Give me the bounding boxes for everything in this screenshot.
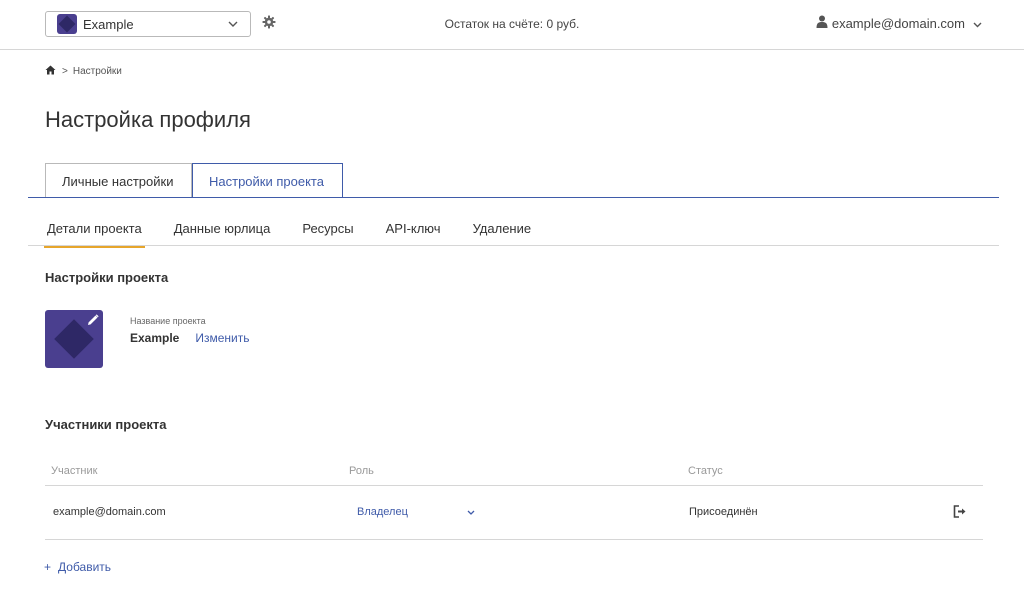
project-logo-small-icon — [57, 14, 77, 34]
tabs-divider — [28, 197, 999, 198]
member-status: Присоединён — [689, 506, 758, 518]
project-selector[interactable]: Example — [45, 11, 251, 37]
breadcrumb: > Настройки — [45, 65, 122, 78]
chevron-down-icon — [467, 506, 475, 518]
plus-icon: + — [44, 560, 52, 574]
project-logo[interactable] — [45, 310, 103, 368]
members-title: Участники проекта — [45, 417, 167, 432]
subtabs-divider — [28, 245, 999, 246]
column-header-member: Участник — [51, 465, 98, 477]
subtab-resources[interactable]: Ресурсы — [299, 214, 356, 248]
user-menu[interactable]: example@domain.com — [816, 15, 982, 31]
add-member-button[interactable]: + Добавить — [44, 560, 111, 574]
sign-out-icon[interactable] — [953, 505, 967, 521]
column-header-role: Роль — [349, 465, 374, 477]
chevron-down-icon — [224, 21, 242, 27]
chevron-down-icon — [973, 16, 982, 31]
edit-project-name-link[interactable]: Изменить — [195, 331, 249, 345]
table-row: example@domain.com Владелец Присоединён — [45, 487, 983, 540]
member-email: example@domain.com — [53, 506, 166, 518]
breadcrumb-current: Настройки — [72, 66, 122, 77]
project-selector-label: Example — [83, 16, 134, 32]
top-bar: Example Остаток на счёте: 0 руб. example… — [0, 0, 1024, 50]
project-name-label: Название проекта — [130, 316, 206, 326]
subtab-api-key[interactable]: API-ключ — [383, 214, 444, 248]
user-email: example@domain.com — [831, 15, 965, 31]
main-tabs: Личные настройки Настройки проекта — [45, 163, 343, 198]
column-header-status: Статус — [688, 465, 723, 477]
pencil-icon[interactable] — [87, 313, 99, 331]
home-icon[interactable] — [45, 65, 56, 78]
sub-tabs: Детали проекта Данные юрлица Ресурсы API… — [44, 214, 560, 248]
add-member-label: Добавить — [58, 560, 112, 574]
tab-personal-settings[interactable]: Личные настройки — [45, 163, 192, 198]
project-settings-title: Настройки проекта — [45, 270, 169, 285]
tab-project-settings[interactable]: Настройки проекта — [192, 163, 343, 198]
role-select-value: Владелец — [357, 506, 408, 518]
user-icon — [816, 15, 828, 31]
role-select[interactable]: Владелец — [357, 504, 475, 520]
project-name-value: Example — [130, 331, 180, 345]
project-name-row: Example Изменить — [130, 331, 250, 345]
breadcrumb-separator: > — [62, 66, 68, 77]
subtab-deletion[interactable]: Удаление — [470, 214, 535, 248]
subtab-legal-entity[interactable]: Данные юрлица — [171, 214, 274, 248]
subtab-project-details[interactable]: Детали проекта — [44, 214, 145, 248]
page-title: Настройка профиля — [45, 107, 251, 132]
gear-icon[interactable] — [262, 15, 276, 29]
members-table-header: Участник Роль Статус — [45, 458, 983, 486]
